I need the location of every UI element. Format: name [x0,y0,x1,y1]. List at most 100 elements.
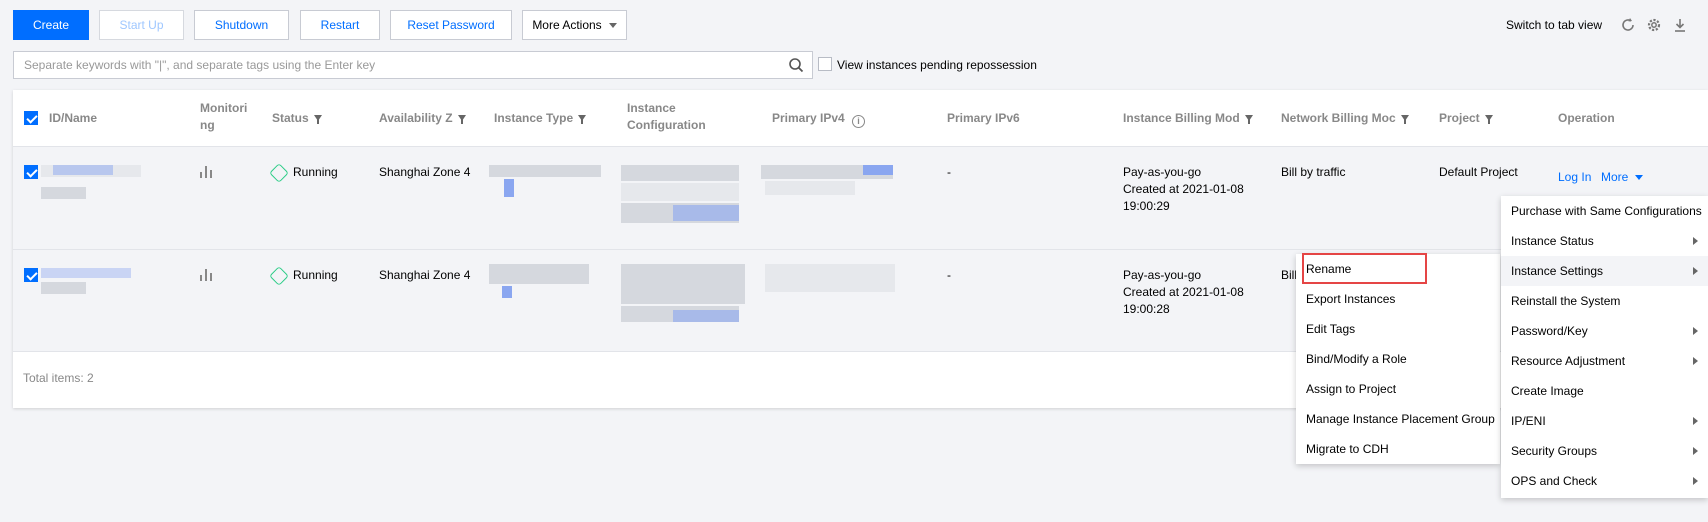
redacted-config [621,183,739,201]
filter-icon [1244,115,1253,124]
filter-icon [457,115,466,124]
monitoring-icon[interactable] [200,166,213,178]
menu-item-assign-project[interactable]: Assign to Project [1296,374,1500,404]
chevron-down-icon [1634,175,1643,180]
header-monitoring: Monitori ng [200,101,248,132]
redacted-id-link[interactable] [41,268,131,278]
rename-highlight [1302,253,1427,284]
status-text: Running [293,165,338,179]
create-button[interactable]: Create [13,10,89,40]
total-items: Total items: 2 [23,371,94,385]
gear-icon[interactable] [1646,17,1662,33]
filter-icon [1400,115,1409,124]
menu-item-ops-check[interactable]: OPS and Check [1501,466,1708,496]
billing-text: Pay-as-you-go Created at 2021-01-08 19:0… [1123,165,1244,213]
menu-item-export-instances[interactable]: Export Instances [1296,284,1500,314]
menu-item-migrate-cdh[interactable]: Migrate to CDH [1296,434,1500,464]
select-all-checkbox[interactable] [24,111,38,125]
restart-button[interactable]: Restart [300,10,380,40]
redacted-ipv4-link [863,165,893,175]
instance-settings-submenu: Rename Export Instances Edit Tags Bind/M… [1296,254,1500,464]
header-project[interactable]: Project [1439,110,1493,127]
more-actions-label: More Actions [532,18,602,32]
redacted-id-link[interactable] [53,165,113,175]
redacted-name [41,187,86,199]
menu-item-instance-settings[interactable]: Instance Settings [1501,256,1708,286]
redacted-instance-type [489,264,589,284]
status-text: Running [293,268,338,282]
redacted-config-link [673,205,739,221]
filter-icon [313,115,322,124]
start-up-button[interactable]: Start Up [99,10,184,40]
row-checkbox[interactable] [24,165,38,179]
chevron-right-icon [1693,357,1698,365]
header-primary-ipv6: Primary IPv6 [947,111,1020,125]
search-input[interactable]: Separate keywords with "|", and separate… [13,51,813,79]
refresh-icon[interactable] [1620,17,1636,33]
redacted-config [621,165,739,181]
chevron-right-icon [1693,267,1698,275]
more-link[interactable]: More [1601,169,1643,186]
billing-text: Pay-as-you-go Created at 2021-01-08 19:0… [1123,268,1244,316]
zone-text: Shanghai Zone 4 [379,165,471,179]
switch-tab-view-link[interactable]: Switch to tab view [1506,18,1602,32]
search-placeholder: Separate keywords with "|", and separate… [24,58,376,72]
redacted-name [41,282,86,294]
redacted-ipv4 [765,264,895,292]
header-instance-configuration: Instance Configuration [627,101,706,132]
running-status-icon [269,163,289,183]
header-id-name: ID/Name [49,111,98,125]
chevron-down-icon [608,22,617,28]
zone-text: Shanghai Zone 4 [379,268,471,282]
chevron-right-icon [1693,237,1698,245]
ipv6-text: - [947,268,951,282]
header-status[interactable]: Status [272,110,322,127]
more-actions-menu: Purchase with Same Configurations Instan… [1501,196,1708,498]
menu-item-reinstall[interactable]: Reinstall the System [1501,286,1708,316]
download-icon[interactable] [1672,17,1688,33]
menu-item-placement-group[interactable]: Manage Instance Placement Group [1296,404,1500,434]
network-billing-text: Bill [1281,268,1298,282]
menu-item-security-groups[interactable]: Security Groups [1501,436,1708,466]
monitoring-icon[interactable] [200,269,213,281]
menu-item-password-key[interactable]: Password/Key [1501,316,1708,346]
header-network-billing[interactable]: Network Billing Moc [1281,110,1409,127]
menu-item-instance-status[interactable]: Instance Status [1501,226,1708,256]
menu-item-resource-adjustment[interactable]: Resource Adjustment [1501,346,1708,376]
redacted-ipv4 [765,181,855,195]
filter-icon [1484,115,1493,124]
header-primary-ipv4: Primary IPv4 i [772,110,866,128]
shutdown-button[interactable]: Shutdown [194,10,289,40]
chevron-right-icon [1693,417,1698,425]
header-instance-type[interactable]: Instance Type [494,110,587,127]
menu-item-edit-tags[interactable]: Edit Tags [1296,314,1500,344]
pending-repossession-label: View instances pending repossession [837,58,1037,72]
chevron-right-icon [1693,327,1698,335]
running-status-icon [269,266,289,286]
info-icon: i [852,115,866,128]
search-icon[interactable] [788,57,804,73]
menu-item-bind-role[interactable]: Bind/Modify a Role [1296,344,1500,374]
network-billing-text: Bill by traffic [1281,165,1346,179]
pending-repossession-checkbox[interactable] [818,57,832,71]
reset-password-button[interactable]: Reset Password [390,10,512,40]
redacted-instance-type [489,165,601,177]
table-row: Running Shanghai Zone 4 - Pay-as-you-go … [13,146,1708,249]
filter-icon [578,115,587,124]
ipv6-text: - [947,165,951,179]
project-text: Default Project [1439,165,1518,179]
row-checkbox[interactable] [24,268,38,282]
header-availability-zone[interactable]: Availability Z [379,110,466,127]
chevron-right-icon [1693,477,1698,485]
header-billing-mode[interactable]: Instance Billing Mod [1123,110,1253,127]
chevron-right-icon [1693,447,1698,455]
menu-item-create-image[interactable]: Create Image [1501,376,1708,406]
menu-item-ip-eni[interactable]: IP/ENI [1501,406,1708,436]
header-operation: Operation [1558,111,1615,125]
redacted-instance-type-link [502,286,512,298]
menu-item-purchase-same[interactable]: Purchase with Same Configurations [1501,196,1708,226]
more-actions-dropdown[interactable]: More Actions [522,10,627,40]
redacted-config [621,264,745,304]
redacted-instance-type-link [504,179,514,197]
login-link[interactable]: Log In [1558,169,1591,186]
